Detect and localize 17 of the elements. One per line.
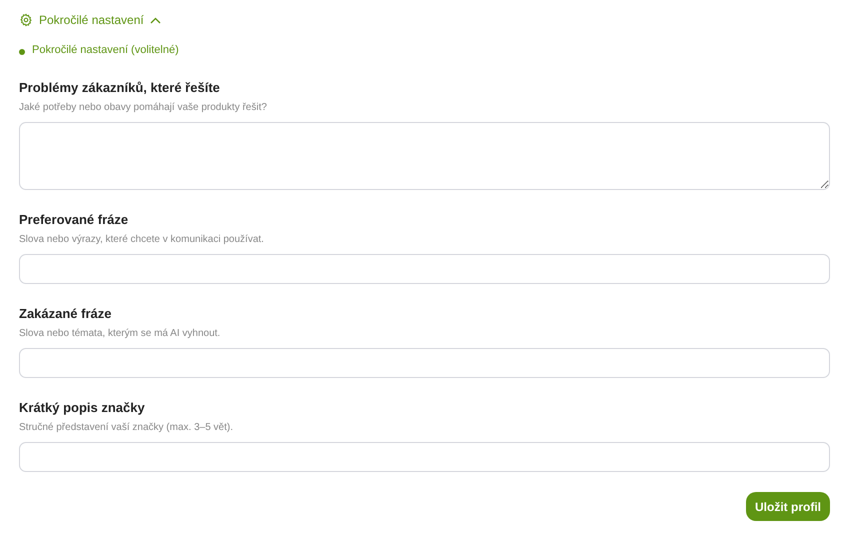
field-hint: Slova nebo témata, kterým se má AI vyhnout. xyxy=(19,328,222,341)
field-hint: Jaké potřeby nebo obavy pomáhají vaše produkty řešit? xyxy=(19,102,268,115)
input-field[interactable] xyxy=(19,442,830,472)
input-field[interactable] xyxy=(19,348,830,378)
input-field[interactable] xyxy=(19,254,830,284)
text-area[interactable] xyxy=(19,122,830,190)
field-hint: Stručné představení vaší značky (max. 3–5 vět). xyxy=(19,422,234,435)
field-label: Zakázané fráze xyxy=(19,306,112,323)
field-label: Krátký popis značky xyxy=(19,400,146,417)
field-label: Problémy zákazníků, které řešíte xyxy=(19,80,221,97)
chevron-up-icon xyxy=(150,16,161,24)
gear-icon xyxy=(19,13,33,27)
advanced-settings-toggle[interactable]: Pokročilé nastavení xyxy=(19,12,161,28)
field-hint: Slova nebo výrazy, které chcete v komunikaci používat. xyxy=(19,234,265,247)
section-title: Pokročilé nastavení (volitelné) xyxy=(32,44,179,56)
field-label: Preferované fráze xyxy=(19,212,130,229)
save-profile-button[interactable]: Uložit profil xyxy=(746,492,830,521)
